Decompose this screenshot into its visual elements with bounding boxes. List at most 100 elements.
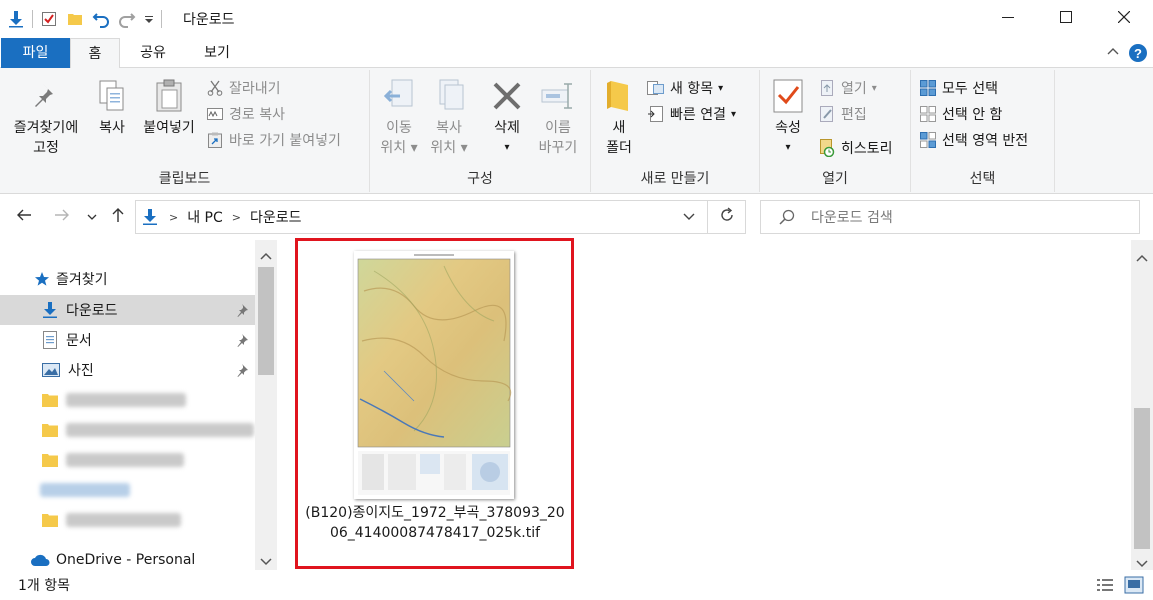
tab-file[interactable]: 파일 <box>1 38 70 68</box>
forward-button[interactable] <box>50 204 74 230</box>
pictures-icon <box>42 363 60 377</box>
content-scrollbar[interactable] <box>1131 240 1153 570</box>
nav-item-label: 사진 <box>68 363 94 379</box>
tab-share[interactable]: 공유 <box>128 38 178 68</box>
easy-access-button[interactable]: 빠른 연결 ▾ <box>647 102 736 126</box>
nav-item-downloads[interactable]: 다운로드 <box>0 295 255 325</box>
scroll-up-icon[interactable] <box>260 248 272 264</box>
copy-button[interactable]: 복사 <box>92 76 132 138</box>
clipboard-group: 즐겨찾기에 고정 복사 붙여넣기 잘라내기 경로 복사 바로 가기 붙여넣기 클… <box>0 70 370 192</box>
paste-icon <box>151 76 187 116</box>
close-button[interactable] <box>1095 0 1153 38</box>
nav-item-redacted[interactable] <box>0 415 255 445</box>
invert-selection-button[interactable]: 선택 영역 반전 <box>919 128 1028 152</box>
rename-button[interactable]: 이름 바꾸기 <box>534 76 582 158</box>
scroll-down-icon[interactable] <box>260 554 272 570</box>
cut-button[interactable]: 잘라내기 <box>206 76 281 100</box>
pin-to-quick-access-button[interactable]: 즐겨찾기에 고정 <box>6 76 86 158</box>
large-icons-view-icon[interactable] <box>1124 576 1144 594</box>
address-bar[interactable]: > 내 PC > 다운로드 <box>135 200 708 234</box>
nav-item-pictures[interactable]: 사진 <box>0 355 255 385</box>
properties-button[interactable]: 속성 ▾ <box>766 76 810 158</box>
redo-icon[interactable] <box>117 9 137 29</box>
maximize-button[interactable] <box>1037 0 1095 38</box>
title-bar: 다운로드 <box>0 0 1153 38</box>
copy-to-button[interactable]: 복사 위치 ▾ <box>426 76 472 158</box>
copy-path-icon <box>206 105 224 123</box>
refresh-button[interactable] <box>708 200 746 234</box>
paste-shortcut-button[interactable]: 바로 가기 붙여넣기 <box>206 128 341 152</box>
move-to-button[interactable]: 이동 위치 ▾ <box>376 76 422 158</box>
new-folder-icon[interactable] <box>65 9 85 29</box>
forward-arrow-icon <box>54 208 70 226</box>
nav-quick-access[interactable]: 즐겨찾기 <box>0 264 255 294</box>
properties-dropdown-icon[interactable]: ▾ <box>766 138 810 158</box>
new-group: 새 폴더 새 항목 ▾ 빠른 연결 ▾ 새로 만들기 <box>591 70 760 192</box>
history-button[interactable]: 히스토리 <box>818 136 893 160</box>
nav-onedrive-label: OneDrive - Personal <box>56 552 196 568</box>
nav-item-redacted[interactable] <box>0 445 255 475</box>
new-item-button[interactable]: 새 항목 ▾ <box>647 76 723 100</box>
properties-icon[interactable] <box>39 9 59 29</box>
address-history-dropdown-icon[interactable] <box>683 213 695 221</box>
customize-dropdown-icon[interactable] <box>143 9 155 29</box>
document-icon <box>42 331 58 349</box>
open-label: 열기 <box>841 81 867 97</box>
edit-label: 편집 <box>841 107 867 123</box>
select-none-icon <box>919 105 937 123</box>
easy-access-label: 빠른 연결 <box>670 107 726 123</box>
nav-scrollbar[interactable] <box>255 240 277 570</box>
nav-item-redacted[interactable] <box>0 385 255 415</box>
nav-item-redacted[interactable] <box>0 505 255 535</box>
details-view-icon[interactable] <box>1096 577 1114 593</box>
help-icon[interactable]: ? <box>1128 43 1148 63</box>
rename-label-1: 이름 <box>545 120 571 136</box>
search-input[interactable]: 다운로드 검색 <box>760 200 1140 234</box>
redacted-label <box>66 513 181 527</box>
scroll-up-icon[interactable] <box>1136 250 1148 266</box>
nav-quick-access-label: 즐겨찾기 <box>56 272 108 288</box>
collapse-ribbon-icon[interactable] <box>1106 44 1120 58</box>
address-row: > 내 PC > 다운로드 다운로드 검색 <box>0 194 1153 240</box>
invert-selection-icon <box>919 131 937 149</box>
nav-item-redacted[interactable] <box>0 475 255 505</box>
recent-locations-button[interactable] <box>82 204 102 230</box>
paste-shortcut-icon <box>206 131 224 149</box>
tab-home[interactable]: 홈 <box>70 38 120 69</box>
delete-button[interactable]: 삭제 ▾ <box>484 76 530 158</box>
new-item-dropdown-icon: ▾ <box>718 82 724 94</box>
open-group: 속성 ▾ 열기 ▾ 편집 히스토리 열기 <box>760 70 911 192</box>
delete-dropdown-icon[interactable]: ▾ <box>484 138 530 158</box>
open-button[interactable]: 열기 ▾ <box>818 76 877 100</box>
pin-icon <box>236 333 250 347</box>
breadcrumb-this-pc[interactable]: 내 PC <box>187 207 223 227</box>
paste-button[interactable]: 붙여넣기 <box>136 76 202 138</box>
select-group-label: 선택 <box>969 171 996 187</box>
edit-button[interactable]: 편집 <box>818 102 867 126</box>
select-all-button[interactable]: 모두 선택 <box>919 76 998 100</box>
undo-icon[interactable] <box>91 9 111 29</box>
back-button[interactable] <box>12 204 36 230</box>
up-button[interactable] <box>106 204 130 230</box>
scissors-icon <box>206 79 224 97</box>
content-scrollbar-thumb[interactable] <box>1134 408 1150 549</box>
cut-label: 잘라내기 <box>229 81 281 97</box>
breadcrumb-downloads[interactable]: 다운로드 <box>250 207 302 227</box>
new-folder-button[interactable]: 새 폴더 <box>597 76 641 158</box>
pin-icon <box>28 76 64 116</box>
copy-path-button[interactable]: 경로 복사 <box>206 102 285 126</box>
download-arrow-icon <box>42 301 58 319</box>
select-all-label: 모두 선택 <box>942 81 998 97</box>
minimize-button[interactable] <box>979 0 1037 38</box>
select-none-button[interactable]: 선택 안 함 <box>919 102 1002 126</box>
tab-view[interactable]: 보기 <box>190 38 244 68</box>
move-to-label-1: 이동 <box>386 120 412 136</box>
file-thumbnail <box>354 251 514 499</box>
window-title: 다운로드 <box>183 12 235 28</box>
redacted-label <box>66 453 184 467</box>
cloud-icon <box>30 553 50 567</box>
nav-scrollbar-thumb[interactable] <box>258 267 274 375</box>
nav-item-documents[interactable]: 문서 <box>0 325 255 355</box>
file-item[interactable]: (B120)종이지도_1972_부곡_378093_2006_414000874… <box>295 238 574 569</box>
redacted-label <box>66 393 186 407</box>
